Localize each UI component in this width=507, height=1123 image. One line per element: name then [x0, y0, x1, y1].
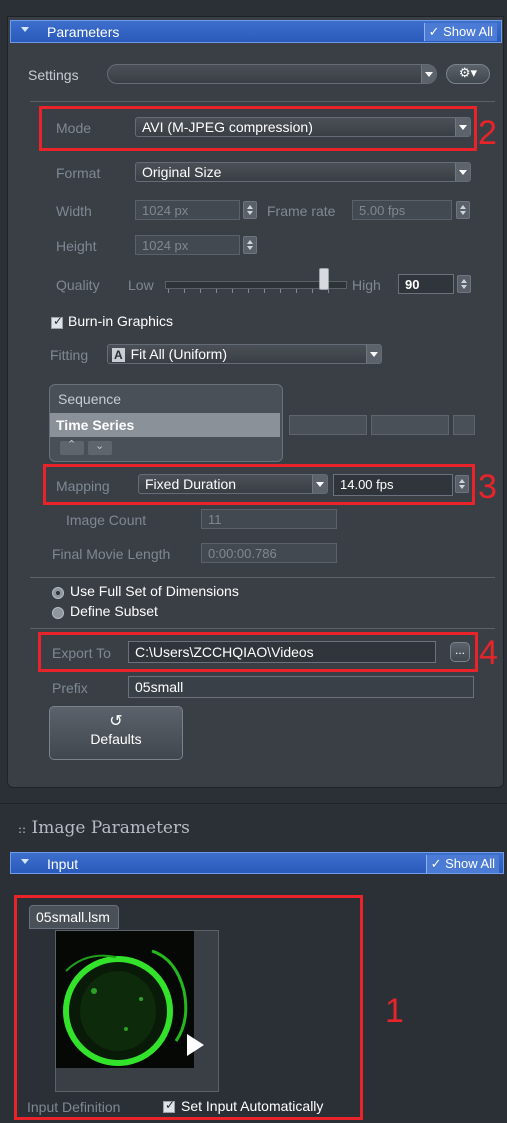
- annotation-number-1: 1: [385, 992, 404, 1030]
- settings-label: Settings: [28, 67, 79, 83]
- use-full-radio[interactable]: [52, 587, 64, 599]
- image-parameters-title[interactable]: :: Image Parameters: [18, 818, 190, 838]
- chevron-down-icon: ⌄: [95, 440, 105, 452]
- burn-in-label: Burn-in Graphics: [68, 313, 174, 329]
- sequence-slot[interactable]: [453, 415, 475, 435]
- fitting-label: Fitting: [50, 347, 89, 363]
- format-label: Format: [56, 165, 101, 181]
- final-length-field: 0:00:00.786: [201, 543, 337, 563]
- define-subset-radio[interactable]: [52, 607, 64, 619]
- divider: [30, 577, 495, 578]
- input-title: Input: [47, 856, 79, 872]
- quality-high-label: High: [352, 277, 381, 293]
- frame-rate-spinner[interactable]: [456, 201, 470, 219]
- format-value: Original Size: [142, 164, 222, 180]
- width-field[interactable]: 1024 px: [135, 200, 240, 220]
- sequence-item[interactable]: Sequence: [58, 391, 121, 407]
- height-spinner[interactable]: [243, 236, 257, 254]
- final-length-label: Final Movie Length: [52, 546, 171, 562]
- move-down-button[interactable]: ⌄: [88, 440, 112, 455]
- annotation-box-1: [14, 895, 363, 1120]
- prefix-field[interactable]: 05small: [128, 676, 474, 698]
- divider: [0, 803, 507, 804]
- frame-rate-label: Frame rate: [267, 203, 336, 219]
- input-header[interactable]: Input ✓ Show All: [10, 852, 504, 874]
- divider: [30, 101, 495, 102]
- annotation-number-3: 3: [478, 468, 497, 506]
- prefix-label: Prefix: [52, 680, 88, 696]
- grip-icon: ::: [18, 822, 27, 836]
- quality-slider-ticks: [168, 289, 343, 293]
- settings-gear-button[interactable]: ⚙▾: [446, 64, 490, 84]
- fit-all-icon: A: [112, 348, 125, 362]
- define-subset-label: Define Subset: [70, 603, 158, 619]
- quality-label: Quality: [56, 277, 100, 293]
- parameters-title: Parameters: [47, 24, 120, 40]
- collapse-arrow-icon[interactable]: [21, 27, 29, 32]
- defaults-label: Defaults: [90, 731, 142, 747]
- input-show-all-toggle[interactable]: ✓ Show All: [425, 855, 499, 873]
- height-label: Height: [56, 238, 97, 254]
- annotation-box-3: [43, 464, 475, 505]
- sequence-slot[interactable]: [289, 415, 367, 435]
- frame-rate-field[interactable]: 5.00 fps: [352, 200, 452, 220]
- annotation-box-4: [38, 632, 478, 672]
- image-count-label: Image Count: [66, 512, 147, 528]
- quality-value-field[interactable]: 90: [398, 274, 454, 294]
- chevron-down-icon[interactable]: [366, 345, 381, 363]
- sequence-slot[interactable]: [371, 415, 449, 435]
- reset-icon: ↺: [109, 713, 123, 730]
- image-count-field: 11: [201, 509, 337, 529]
- divider: [30, 628, 495, 629]
- annotation-number-4: 4: [479, 634, 498, 672]
- height-field[interactable]: 1024 px: [135, 235, 240, 255]
- annotation-box-2: [39, 106, 477, 151]
- use-full-label: Use Full Set of Dimensions: [70, 583, 239, 599]
- show-all-toggle[interactable]: ✓ Show All: [423, 23, 497, 41]
- chevron-down-icon[interactable]: [421, 65, 436, 83]
- quality-spinner[interactable]: [457, 275, 471, 293]
- time-series-item[interactable]: Time Series: [56, 417, 134, 433]
- chevron-down-icon[interactable]: [455, 163, 470, 181]
- width-label: Width: [56, 203, 92, 219]
- quality-low-label: Low: [128, 277, 154, 293]
- defaults-button[interactable]: ↺ Defaults: [49, 706, 183, 760]
- collapse-arrow-icon[interactable]: [21, 859, 29, 864]
- gear-icon: ⚙▾: [458, 65, 478, 80]
- image-parameters-label: Image Parameters: [31, 818, 190, 838]
- annotation-number-2: 2: [478, 114, 497, 152]
- format-dropdown[interactable]: Original Size: [135, 162, 471, 182]
- chevron-up-icon: ⌃: [67, 439, 77, 451]
- fitting-value: Fit All (Uniform): [130, 346, 228, 362]
- fitting-dropdown[interactable]: A Fit All (Uniform): [107, 344, 382, 364]
- burn-in-checkbox[interactable]: [51, 314, 63, 329]
- settings-dropdown[interactable]: [107, 64, 437, 84]
- width-spinner[interactable]: [243, 201, 257, 219]
- quality-slider-handle[interactable]: [319, 268, 329, 290]
- parameters-header[interactable]: Parameters ✓ Show All: [10, 20, 502, 43]
- move-up-button[interactable]: ⌃: [60, 439, 84, 455]
